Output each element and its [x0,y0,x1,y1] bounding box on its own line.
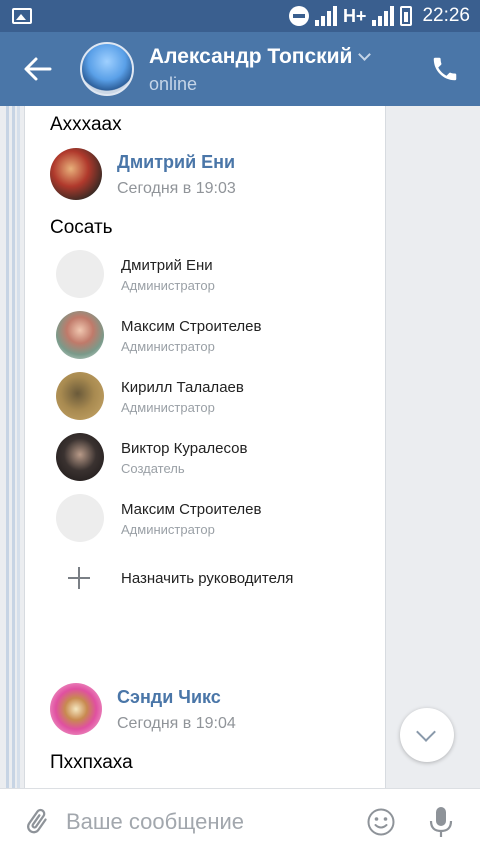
member-role: Администратор [121,339,215,354]
message-text: Сосать [50,217,113,238]
scroll-down-button[interactable] [400,708,454,762]
thread-rail [12,106,15,788]
gallery-notification-icon [12,8,32,24]
member-role: Администратор [121,522,215,537]
signal-icon-2 [372,6,395,26]
chevron-down-icon [416,722,436,742]
member-avatar [56,250,104,298]
clock: 22:26 [422,5,470,26]
member-name: Дмитрий Ени [121,257,213,274]
chevron-down-icon [358,48,372,61]
chat-status: online [149,74,198,94]
message-input[interactable] [66,803,346,841]
member-avatar [56,311,104,359]
message-time: Сегодня в 19:03 [117,180,236,197]
chat-area[interactable]: Ахххаах Дмитрий Ени Сегодня в 19:03 Соса… [0,106,480,788]
chat-header: Александр Топский online [0,32,480,106]
member-name: Виктор Куралесов [121,440,248,457]
message-composer [0,788,480,854]
member-role: Создатель [121,461,185,476]
chat-title[interactable]: Александр Топский [149,45,372,69]
phone-icon[interactable] [430,54,460,84]
member-name: Максим Строителев [121,318,262,335]
chat-avatar[interactable] [80,42,134,96]
battery-icon [400,6,413,26]
avatar[interactable] [50,683,102,735]
message-time: Сегодня в 19:04 [117,715,236,732]
message-text: Ахххаах [50,114,122,135]
sender-name[interactable]: Сэнди Чикс [117,687,221,708]
member-avatar [56,372,104,420]
member-avatar [56,433,104,481]
message-text: Пхxпхаха [50,752,133,773]
member-name: Кирилл Талалаев [121,379,244,396]
member-role: Администратор [121,278,215,293]
status-bar: H+ 22:26 [0,0,480,32]
smile-icon[interactable] [366,807,396,837]
thread-rail [17,106,20,788]
signal-icon [314,6,337,26]
do-not-disturb-icon [288,6,309,26]
plus-icon [68,567,90,589]
back-arrow-icon[interactable] [20,53,56,85]
avatar[interactable] [50,148,102,200]
network-type: H+ [342,5,367,26]
appoint-manager-label: Назначить руководителя [121,570,294,587]
member-role: Администратор [121,400,215,415]
sender-name[interactable]: Дмитрий Ени [117,152,235,173]
chat-title-text: Александр Топский [149,45,353,68]
member-avatar [56,494,104,542]
thread-rail [6,106,9,788]
microphone-icon[interactable] [428,805,454,839]
member-name: Максим Строителев [121,501,262,518]
paperclip-icon[interactable] [22,807,52,837]
